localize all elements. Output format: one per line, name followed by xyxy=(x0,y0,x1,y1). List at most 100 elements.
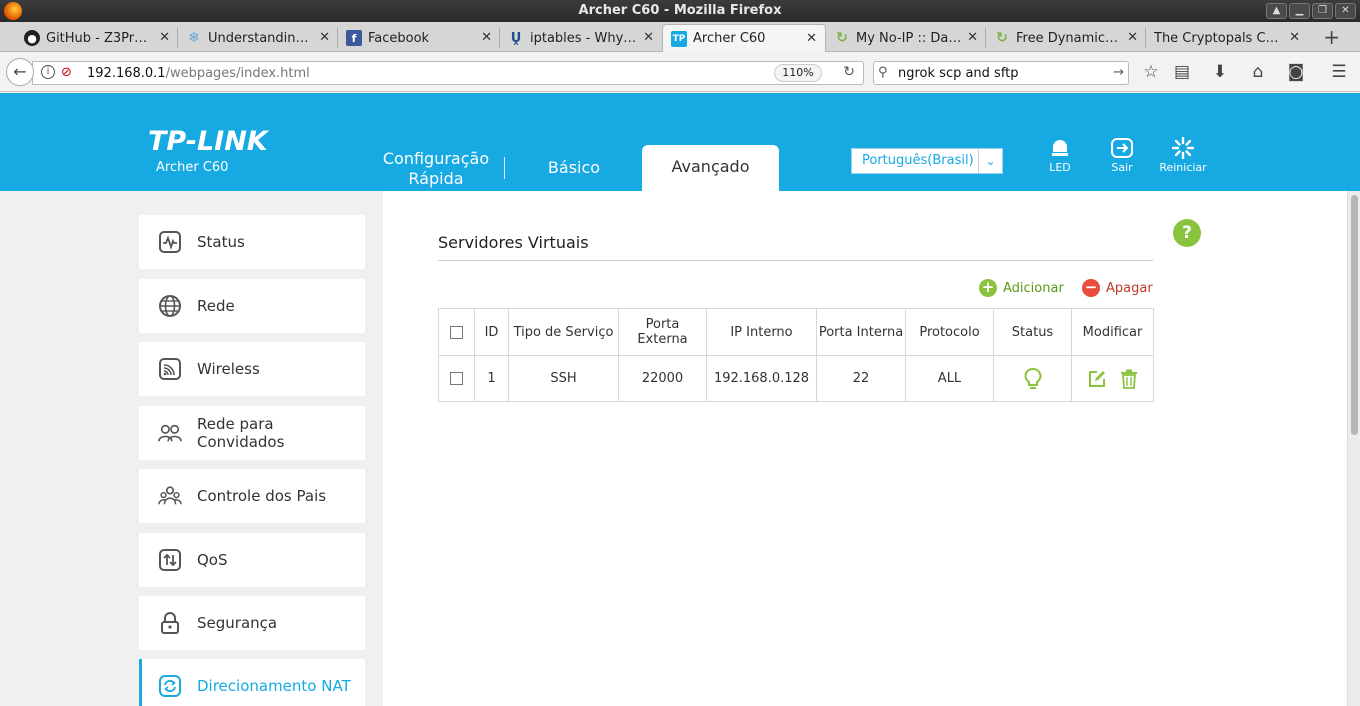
sidebar-item-qos[interactable]: QoS xyxy=(139,533,365,587)
help-button[interactable]: ? xyxy=(1173,219,1201,247)
column-header: ID xyxy=(474,308,509,356)
sidebar-item-label: Direcionamento NAT xyxy=(197,677,351,695)
sidebar-item-guest-network[interactable]: Rede para Convidados xyxy=(139,406,365,460)
tab-free-dynamic[interactable]: ↻ Free Dynamic… ✕ xyxy=(986,24,1146,52)
search-icon: ⚲ xyxy=(878,65,888,80)
noip-icon: ↻ xyxy=(836,30,848,46)
menu-icon[interactable]: ☰ xyxy=(1328,62,1350,82)
snowflake-icon: ❄ xyxy=(188,30,200,46)
main-panel: Servidores Virtuais ? + Adicionar − Apag… xyxy=(383,191,1347,706)
delete-button[interactable]: − Apagar xyxy=(1082,279,1153,297)
edit-icon[interactable] xyxy=(1087,369,1107,389)
column-header: Porta Interna xyxy=(816,308,906,356)
new-tab-button[interactable]: + xyxy=(1323,25,1340,49)
tab-close-icon[interactable]: ✕ xyxy=(319,30,330,45)
window-maximize-button[interactable]: ❐ xyxy=(1312,3,1333,19)
nav-basic[interactable]: Básico xyxy=(522,158,626,177)
window-close-button[interactable]: ✕ xyxy=(1335,3,1356,19)
page-title: Servidores Virtuais xyxy=(438,233,589,252)
sidebar-item-wireless[interactable]: Wireless xyxy=(139,342,365,396)
row-checkbox[interactable] xyxy=(450,372,463,385)
tplink-icon: TP xyxy=(671,30,687,47)
cell-modify xyxy=(1071,355,1154,402)
lightbulb-icon[interactable] xyxy=(1024,367,1042,391)
cell-internal-ip: 192.168.0.128 xyxy=(706,355,817,402)
tab-github[interactable]: ● GitHub - Z3Pr… ✕ xyxy=(16,24,178,52)
facebook-icon: f xyxy=(346,30,362,46)
zoom-level[interactable]: 110% xyxy=(774,64,822,82)
sidebar-item-status[interactable]: Status xyxy=(139,215,365,269)
tab-noip-dashboard[interactable]: ↻ My No-IP :: Da… ✕ xyxy=(826,24,986,52)
sidebar-item-label: Segurança xyxy=(197,614,278,632)
router-model: Archer C60 xyxy=(156,160,229,175)
noip-icon: ↻ xyxy=(996,30,1008,46)
guest-icon xyxy=(158,424,182,442)
bookmark-star-icon[interactable]: ☆ xyxy=(1140,62,1162,82)
home-icon[interactable]: ⌂ xyxy=(1247,62,1269,82)
tab-close-icon[interactable]: ✕ xyxy=(643,30,654,45)
sidebar-item-label: Rede xyxy=(197,297,235,315)
tab-label: Archer C60 xyxy=(693,31,766,46)
sidebar-item-parental-control[interactable]: Controle dos Pais xyxy=(139,469,365,523)
add-button[interactable]: + Adicionar xyxy=(979,279,1064,297)
minus-icon: − xyxy=(1082,279,1100,297)
parental-icon xyxy=(158,486,182,505)
reboot-button[interactable]: Reiniciar xyxy=(1157,137,1209,174)
pocket-icon[interactable]: ◙ xyxy=(1285,62,1307,82)
back-button[interactable]: ← xyxy=(6,58,34,86)
tab-close-icon[interactable]: ✕ xyxy=(806,31,817,46)
cell-external-port: 22000 xyxy=(618,355,707,402)
tab-close-icon[interactable]: ✕ xyxy=(159,30,170,45)
window-minimize-button[interactable]: ▁ xyxy=(1289,3,1310,19)
search-bar[interactable]: ⚲ ngrok scp and sftp → xyxy=(873,61,1129,85)
sidebar-item-network[interactable]: Rede xyxy=(139,279,365,333)
insecure-lock-icon[interactable]: ⊘ xyxy=(61,65,72,80)
sidebar-item-security[interactable]: Segurança xyxy=(139,596,365,650)
tab-iptables[interactable]: Ṷ iptables - Why… ✕ xyxy=(500,24,662,52)
sidebar-item-label: Rede para Convidados xyxy=(197,415,285,451)
column-header: IP Interno xyxy=(706,308,817,356)
led-button[interactable]: LED xyxy=(1034,137,1086,174)
logout-button[interactable]: Sair xyxy=(1096,137,1148,174)
tab-facebook[interactable]: f Facebook ✕ xyxy=(338,24,500,52)
column-header: Status xyxy=(993,308,1072,356)
router-header: TP-LINK Archer C60 Configuração Rápida B… xyxy=(0,93,1360,191)
tab-close-icon[interactable]: ✕ xyxy=(967,30,978,45)
sidebar-item-label: Wireless xyxy=(197,360,260,378)
search-input[interactable]: ngrok scp and sftp xyxy=(898,66,1019,81)
nav-advanced[interactable]: Avançado xyxy=(642,145,779,191)
row-select-cell xyxy=(438,355,475,402)
trash-icon[interactable] xyxy=(1120,369,1138,389)
reading-list-icon[interactable]: ▤ xyxy=(1171,62,1193,82)
url-bar[interactable]: i ⊘ 192.168.0.1/webpages/index.html 110%… xyxy=(32,61,864,85)
tab-close-icon[interactable]: ✕ xyxy=(1127,30,1138,45)
select-all-cell xyxy=(438,308,475,356)
info-icon[interactable]: i xyxy=(41,65,55,79)
sidebar-item-nat-forwarding[interactable]: Direcionamento NAT xyxy=(139,659,365,706)
scrollbar-thumb[interactable] xyxy=(1351,195,1358,435)
tab-close-icon[interactable]: ✕ xyxy=(481,30,492,45)
table-row: 1 SSH 22000 192.168.0.128 22 ALL xyxy=(438,355,1154,402)
tab-close-icon[interactable]: ✕ xyxy=(1289,30,1300,45)
ul-icon: Ṷ xyxy=(510,30,522,46)
tab-archer[interactable]: TP Archer C60 ✕ xyxy=(662,24,826,52)
qos-icon xyxy=(159,549,181,571)
column-header: Protocolo xyxy=(905,308,994,356)
cell-status xyxy=(993,355,1072,402)
language-select[interactable]: Português(Brasil) ⌄ xyxy=(851,148,1003,174)
downloads-icon[interactable]: ⬇ xyxy=(1209,62,1231,82)
sidebar: Status Rede Wireless Rede para Convidado… xyxy=(0,191,383,706)
tab-understanding[interactable]: ❄ Understandin… ✕ xyxy=(178,24,338,52)
url-text[interactable]: 192.168.0.1/webpages/index.html xyxy=(87,66,310,81)
search-go-icon[interactable]: → xyxy=(1113,65,1124,80)
cell-internal-port: 22 xyxy=(816,355,906,402)
tab-cryptopals[interactable]: The Cryptopals C… ✕ xyxy=(1146,24,1308,52)
page-scrollbar[interactable] xyxy=(1347,191,1360,706)
reload-icon[interactable]: ↻ xyxy=(843,64,855,80)
window-up-button[interactable]: ▲ xyxy=(1266,3,1287,19)
sidebar-item-label: QoS xyxy=(197,551,228,569)
table-header-row: ID Tipo de Serviço Porta Externa IP Inte… xyxy=(438,308,1154,356)
select-all-checkbox[interactable] xyxy=(450,325,463,339)
tab-strip: ● GitHub - Z3Pr… ✕ ❄ Understandin… ✕ f F… xyxy=(0,22,1360,52)
nav-quick-setup[interactable]: Configuração Rápida xyxy=(372,149,500,189)
